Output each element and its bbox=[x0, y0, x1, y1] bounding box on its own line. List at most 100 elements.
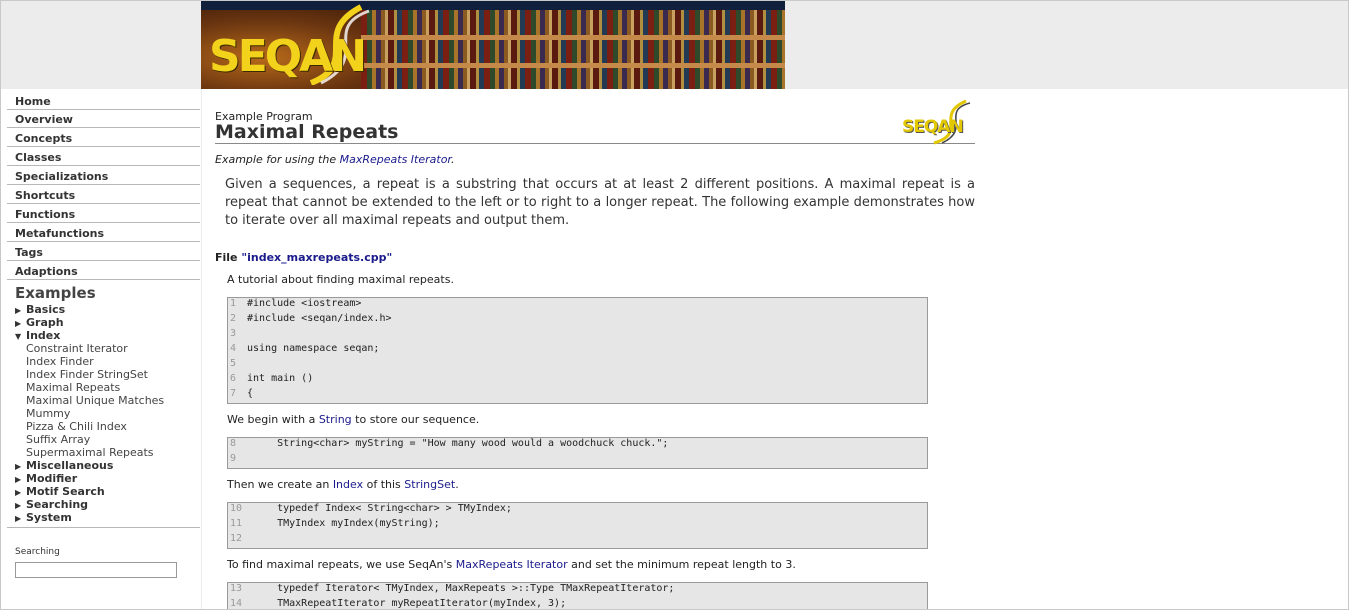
browser-viewport: SEQAN Home Overview Concepts Classes Special… bbox=[0, 0, 1349, 610]
sidebar-item-home[interactable]: Home bbox=[7, 91, 200, 110]
tree-item-label: Miscellaneous bbox=[26, 459, 114, 472]
code-text: typedef Index< String<char> > TMyIndex; bbox=[247, 503, 512, 514]
sidebar-divider bbox=[7, 527, 200, 528]
line-number: 10 bbox=[230, 503, 243, 514]
sidebar-item-overview[interactable]: Overview bbox=[7, 109, 200, 128]
paragraph-index: Then we create an Index of this StringSe… bbox=[227, 478, 459, 491]
line-number: 6 bbox=[230, 373, 237, 384]
example-link[interactable]: Maximal Repeats bbox=[26, 381, 120, 394]
example-link[interactable]: Constraint Iterator bbox=[26, 342, 128, 355]
paragraph-string: We begin with a String to store our sequ… bbox=[227, 413, 479, 426]
code-block-4: 13 typedef Iterator< TMyIndex, MaxRepeat… bbox=[227, 582, 928, 609]
example-link[interactable]: Supermaximal Repeats bbox=[26, 446, 154, 459]
para-text: of this bbox=[363, 478, 405, 491]
para-text: and set the minimum repeat length to 3. bbox=[567, 558, 796, 571]
para-text: To find maximal repeats, we use SeqAn's bbox=[227, 558, 456, 571]
examples-heading: Examples bbox=[15, 284, 96, 302]
code-line: 12 bbox=[228, 533, 927, 548]
code-text: { bbox=[247, 388, 254, 399]
sidebar-item-label: Functions bbox=[15, 208, 76, 221]
code-text: String<char> myString = "How many wood w… bbox=[247, 438, 669, 449]
example-link[interactable]: Maximal Unique Matches bbox=[26, 394, 164, 407]
example-link[interactable]: Pizza & Chili Index bbox=[26, 420, 127, 433]
sidebar-item-label: Home bbox=[15, 95, 51, 108]
sidebar-item-specializations[interactable]: Specializations bbox=[7, 166, 200, 185]
para-text: to store our sequence. bbox=[351, 413, 480, 426]
code-line: 4 using namespace seqan; bbox=[228, 343, 927, 358]
maxrepeats-iterator-link[interactable]: MaxRepeats Iterator bbox=[340, 153, 451, 166]
file-heading: File "index_maxrepeats.cpp" bbox=[215, 251, 392, 264]
seqan-logo[interactable]: SEQAN bbox=[209, 31, 367, 82]
sidebar-item-classes[interactable]: Classes bbox=[7, 147, 200, 166]
tree-item-label: Index bbox=[26, 329, 61, 342]
code-text: typedef Iterator< TMyIndex, MaxRepeats >… bbox=[247, 583, 675, 594]
main-content: Example Program Maximal Repeats SEQAN Ex… bbox=[202, 89, 1348, 609]
code-block-2: 8 String<char> myString = "How many wood… bbox=[227, 437, 928, 469]
index-link[interactable]: Index bbox=[333, 478, 363, 491]
code-line: 11 TMyIndex myIndex(myString); bbox=[228, 518, 927, 533]
seqan-mini-logo: SEQAN bbox=[902, 99, 974, 145]
line-number: 3 bbox=[230, 328, 237, 339]
sidebar-item-tags[interactable]: Tags bbox=[7, 242, 200, 261]
code-line: 8 String<char> myString = "How many wood… bbox=[228, 438, 927, 453]
sidebar-item-label: Adaptions bbox=[15, 265, 78, 278]
intro-line: Example for using the MaxRepeats Iterato… bbox=[215, 153, 454, 166]
tree-item-modifier[interactable]: ▶ Modifier bbox=[15, 472, 77, 485]
tree-item-label: Graph bbox=[26, 316, 64, 329]
line-number: 5 bbox=[230, 358, 237, 369]
code-text: int main () bbox=[247, 373, 314, 384]
code-line: 3 bbox=[228, 328, 927, 343]
file-link[interactable]: "index_maxrepeats.cpp" bbox=[241, 251, 392, 264]
tree-item-miscellaneous[interactable]: ▶ Miscellaneous bbox=[15, 459, 113, 472]
tree-item-label: Basics bbox=[26, 303, 66, 316]
file-label: File bbox=[215, 251, 242, 264]
tutorial-text: A tutorial about finding maximal repeats… bbox=[227, 273, 454, 286]
example-link[interactable]: Mummy bbox=[26, 407, 70, 420]
tree-item-searching[interactable]: ▶ Searching bbox=[15, 498, 88, 511]
line-number: 7 bbox=[230, 388, 237, 399]
description: Given a sequences, a repeat is a substri… bbox=[225, 177, 975, 228]
code-text: TMaxRepeatIterator myRepeatIterator(myIn… bbox=[247, 598, 567, 609]
tree-item-system[interactable]: ▶ System bbox=[15, 511, 72, 524]
search-label: Searching bbox=[15, 547, 60, 557]
sidebar-item-concepts[interactable]: Concepts bbox=[7, 128, 200, 147]
code-text: TMyIndex myIndex(myString); bbox=[247, 518, 440, 529]
stringset-link[interactable]: StringSet bbox=[404, 478, 455, 491]
line-number: 8 bbox=[230, 438, 237, 449]
example-link[interactable]: Suffix Array bbox=[26, 433, 90, 446]
tree-item-label: System bbox=[26, 511, 72, 524]
line-number: 14 bbox=[230, 598, 243, 609]
shelf-divider bbox=[361, 63, 785, 68]
shelf-divider bbox=[361, 35, 785, 40]
line-number: 13 bbox=[230, 583, 243, 594]
line-number: 1 bbox=[230, 298, 237, 309]
line-number: 4 bbox=[230, 343, 237, 354]
bookshelf-image bbox=[361, 10, 785, 89]
sidebar-item-label: Overview bbox=[15, 113, 73, 126]
search-input[interactable] bbox=[15, 562, 177, 578]
sidebar-item-metafunctions[interactable]: Metafunctions bbox=[7, 223, 200, 242]
code-line: 13 typedef Iterator< TMyIndex, MaxRepeat… bbox=[228, 583, 927, 598]
tree-item-label: Motif Search bbox=[26, 485, 105, 498]
sidebar-item-adaptions[interactable]: Adaptions bbox=[7, 261, 200, 280]
example-link[interactable]: Index Finder StringSet bbox=[26, 368, 148, 381]
example-link[interactable]: Index Finder bbox=[26, 355, 94, 368]
tree-item-graph[interactable]: ▶ Graph bbox=[15, 316, 64, 329]
tree-item-index[interactable]: ▼ Index bbox=[15, 329, 60, 342]
code-text: using namespace seqan; bbox=[247, 343, 380, 354]
triangle-right-icon: ▶ bbox=[15, 514, 22, 523]
code-line: 14 TMaxRepeatIterator myRepeatIterator(m… bbox=[228, 598, 927, 609]
para-text: We begin with a bbox=[227, 413, 319, 426]
sidebar-item-label: Concepts bbox=[15, 132, 73, 145]
sidebar-item-shortcuts[interactable]: Shortcuts bbox=[7, 185, 200, 204]
tree-item-motif-search[interactable]: ▶ Motif Search bbox=[15, 485, 105, 498]
string-link[interactable]: String bbox=[319, 413, 352, 426]
code-line: 10 typedef Index< String<char> > TMyInde… bbox=[228, 503, 927, 518]
banner-top-strip bbox=[201, 1, 785, 10]
page-title: Maximal Repeats bbox=[215, 121, 399, 143]
tree-item-basics[interactable]: ▶ Basics bbox=[15, 303, 65, 316]
title-divider bbox=[215, 143, 975, 144]
sidebar-item-functions[interactable]: Functions bbox=[7, 204, 200, 223]
para-text: . bbox=[455, 478, 459, 491]
maxrepeats-iterator-link-2[interactable]: MaxRepeats Iterator bbox=[456, 558, 568, 571]
